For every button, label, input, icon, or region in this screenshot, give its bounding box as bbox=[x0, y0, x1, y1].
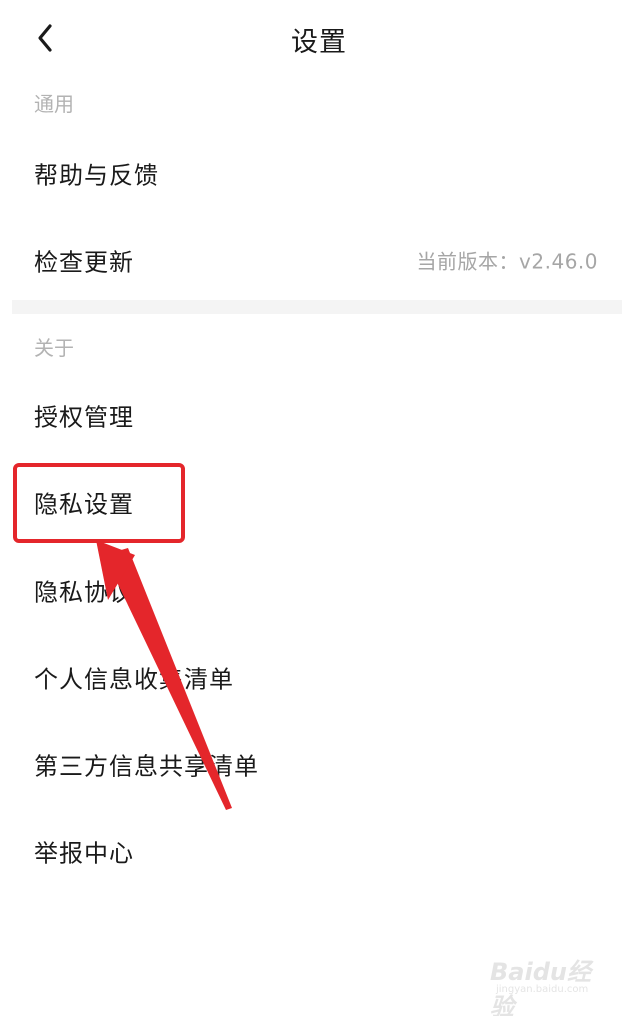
row-label: 第三方信息共享清单 bbox=[34, 752, 259, 781]
watermark-url: jingyan.baidu.com bbox=[496, 984, 589, 995]
header: 设置 bbox=[0, 0, 638, 80]
row-help-feedback[interactable]: 帮助与反馈 bbox=[0, 130, 638, 216]
page-title: 设置 bbox=[291, 27, 347, 58]
row-third-party-sharing-list[interactable]: 第三方信息共享清单 bbox=[0, 721, 638, 807]
section-label-general: 通用 bbox=[34, 92, 74, 116]
row-label: 举报中心 bbox=[34, 839, 134, 868]
row-label: 隐私协议 bbox=[34, 578, 134, 607]
section-label-about: 关于 bbox=[34, 336, 74, 360]
row-privacy-settings[interactable]: 隐私设置 bbox=[0, 459, 638, 545]
settings-page: 设置 通用 帮助与反馈 检查更新 当前版本：v2.46.0 关于 授权管理 隐私… bbox=[0, 0, 638, 1016]
watermark: Baidu经验 jingyan.baidu.com bbox=[486, 944, 606, 1016]
row-check-update[interactable]: 检查更新 当前版本：v2.46.0 bbox=[0, 217, 638, 303]
version-text: 当前版本：v2.46.0 bbox=[416, 249, 598, 274]
row-label: 帮助与反馈 bbox=[34, 161, 159, 190]
row-label: 授权管理 bbox=[34, 403, 134, 432]
watermark-logo: Baidu经验 bbox=[490, 958, 591, 1016]
row-authorization-management[interactable]: 授权管理 bbox=[0, 372, 638, 458]
section-divider bbox=[12, 300, 622, 314]
row-label: 个人信息收集清单 bbox=[34, 665, 234, 694]
row-privacy-policy[interactable]: 隐私协议 bbox=[0, 547, 638, 633]
row-label: 检查更新 bbox=[34, 248, 134, 277]
row-report-center[interactable]: 举报中心 bbox=[0, 808, 638, 894]
row-personal-info-list[interactable]: 个人信息收集清单 bbox=[0, 634, 638, 720]
row-label: 隐私设置 bbox=[34, 490, 134, 519]
